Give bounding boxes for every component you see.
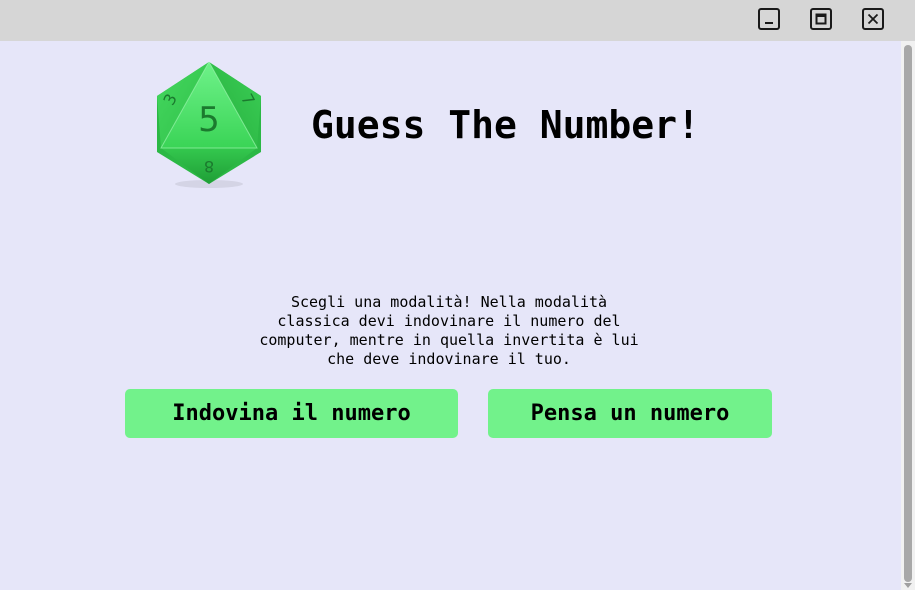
dice-face-5: 5: [198, 100, 220, 140]
title-bar: [0, 0, 915, 41]
d8-dice-icon: 5 3 7 8: [153, 60, 265, 190]
scrollbar-thumb[interactable]: [904, 45, 912, 582]
dice-face-8: 8: [204, 157, 214, 176]
maximize-icon: [815, 13, 827, 25]
think-number-button[interactable]: Pensa un numero: [488, 389, 772, 438]
description-line: Scegli una modalità! Nella modalità: [290, 293, 608, 311]
close-button[interactable]: [862, 8, 884, 30]
guess-number-button[interactable]: Indovina il numero: [125, 389, 458, 438]
minimize-button[interactable]: [758, 8, 780, 30]
maximize-button[interactable]: [810, 8, 832, 30]
description-line: che deve indovinare il tuo.: [327, 350, 571, 368]
app-window: 5 3 7 8 Guess The Number! Scegli una mod…: [0, 0, 915, 590]
description-line: classica devi indovinare il numero del: [277, 312, 621, 330]
vertical-scrollbar[interactable]: [901, 41, 915, 590]
scroll-down-arrow-icon[interactable]: [904, 583, 912, 588]
description-line: computer, mentre in quella invertita è l…: [259, 331, 639, 349]
page-title: Guess The Number!: [311, 103, 700, 147]
mode-description: Scegli una modalità! Nella modalità clas…: [218, 293, 680, 369]
minimize-icon: [765, 22, 773, 24]
close-icon: [867, 13, 879, 25]
